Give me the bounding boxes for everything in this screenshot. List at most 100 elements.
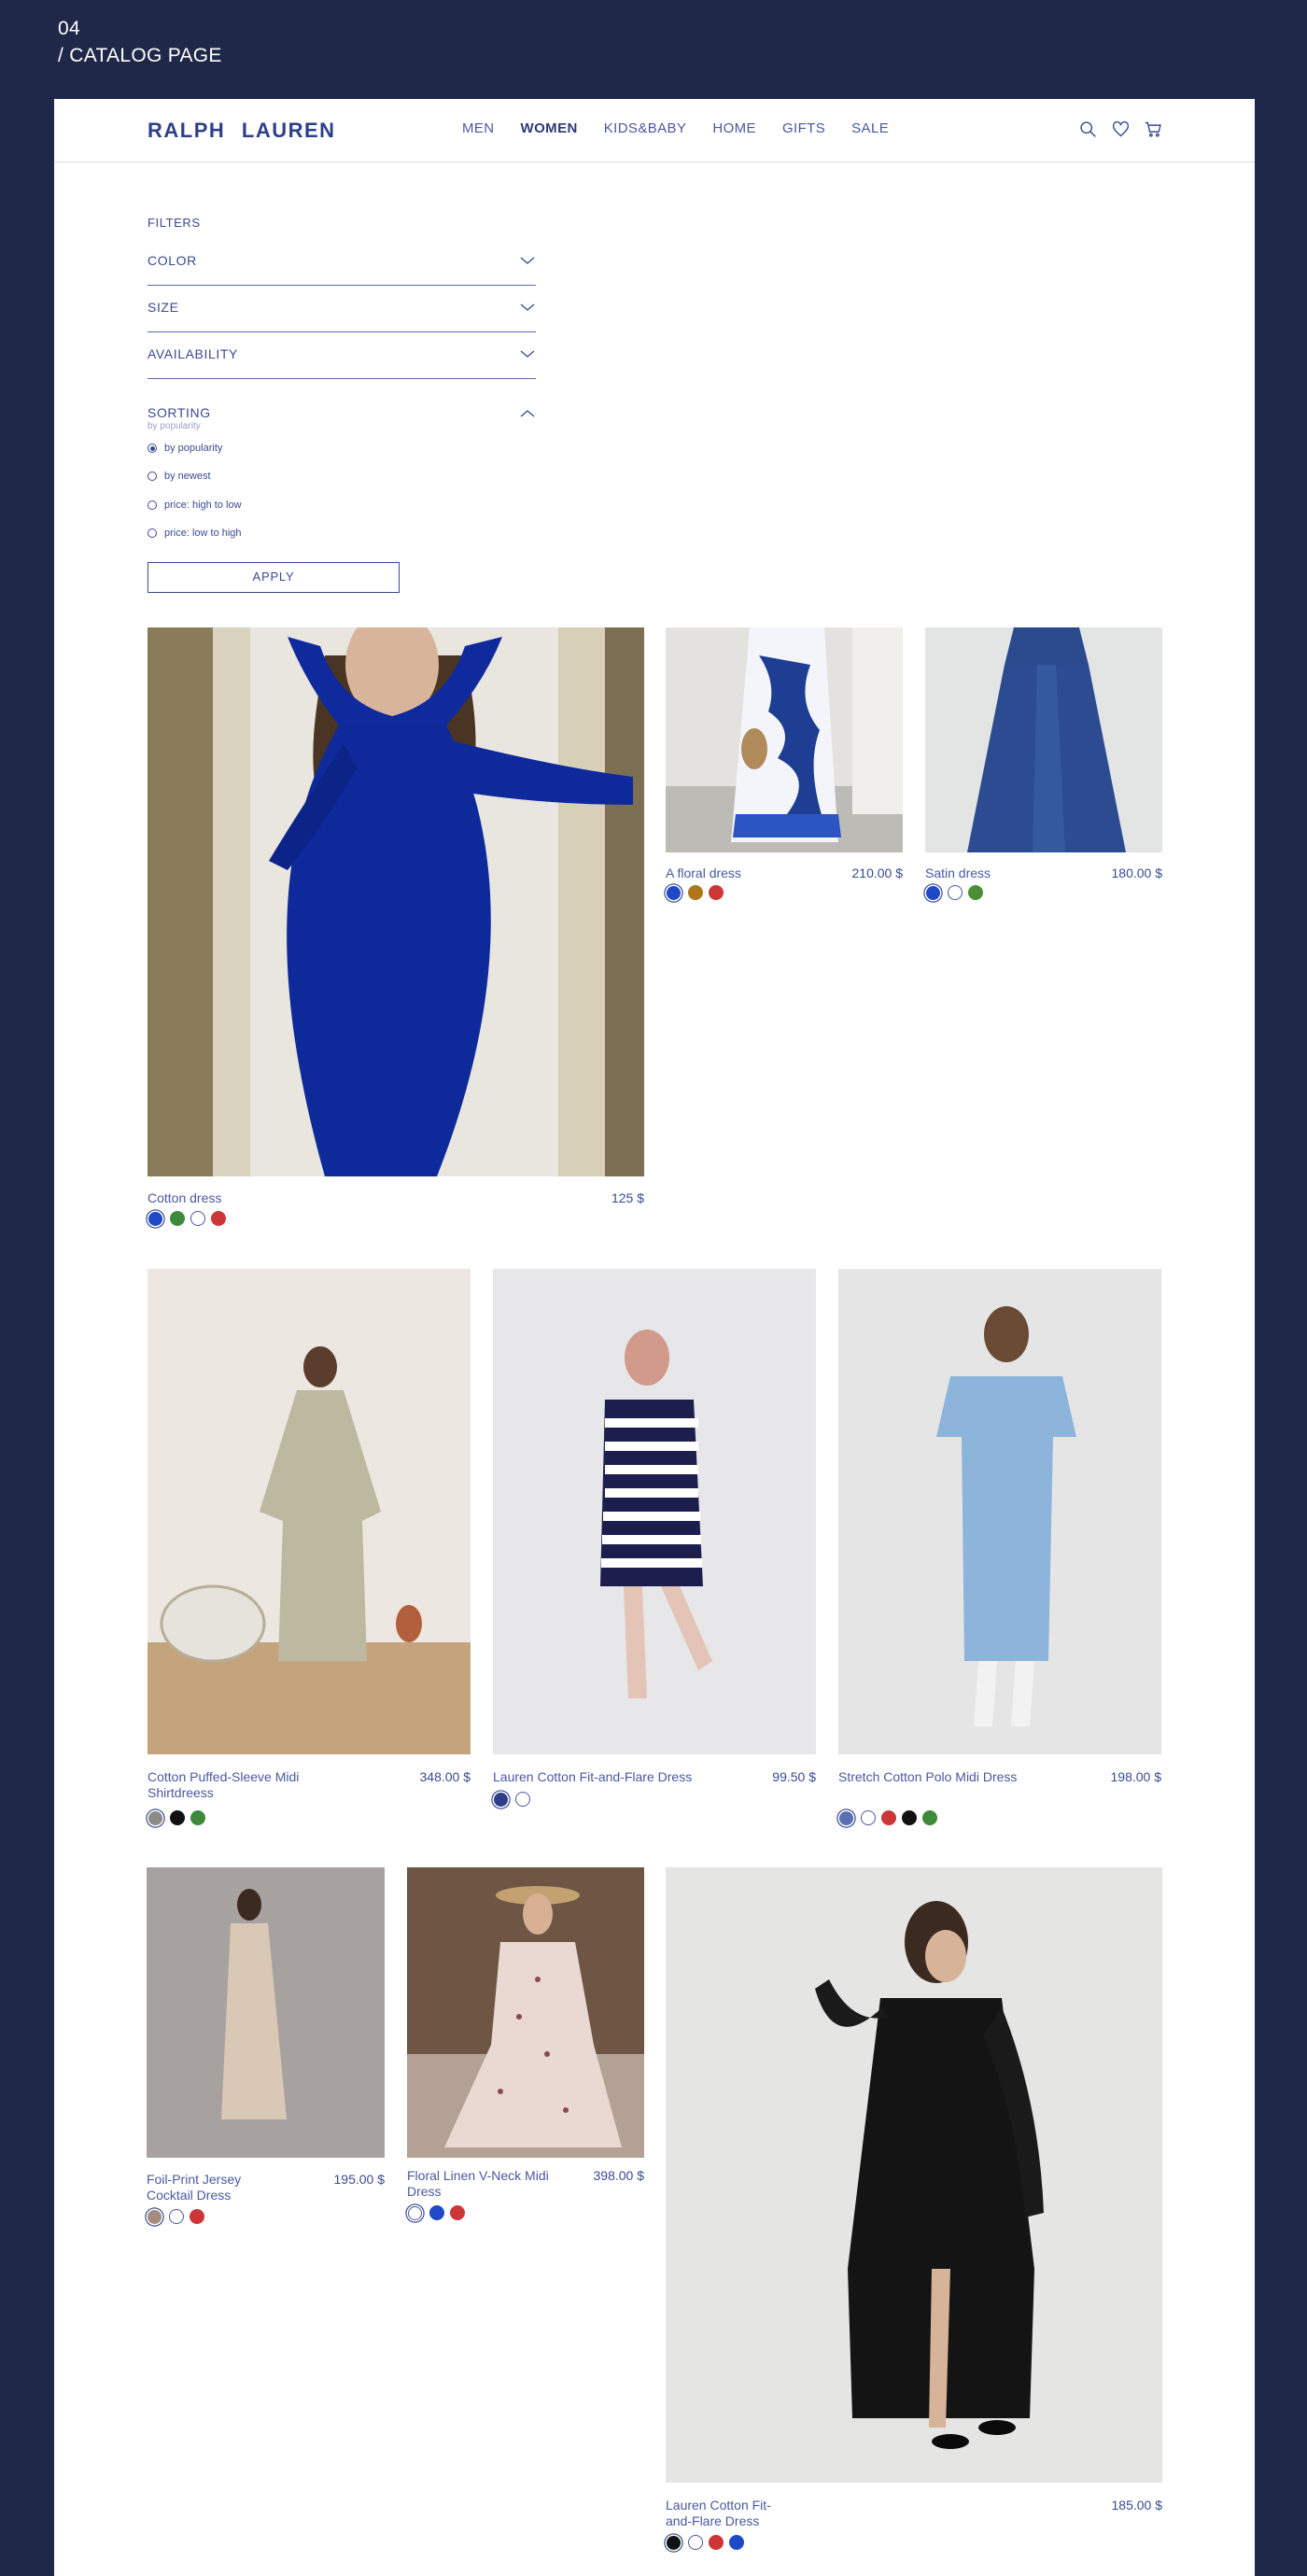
product-price: 348.00 $ (419, 1769, 471, 1784)
product-card[interactable]: Cotton dress 125 $ (148, 627, 644, 1239)
product-image[interactable] (666, 1867, 1162, 2483)
product-image[interactable] (148, 627, 644, 1176)
color-swatch[interactable] (515, 1792, 530, 1807)
nav-home[interactable]: HOME (712, 120, 756, 136)
nav-men[interactable]: MEN (462, 120, 495, 136)
color-swatch[interactable] (902, 1810, 917, 1825)
radio[interactable] (148, 528, 157, 538)
filter-sorting[interactable]: SORTING by popularity (148, 400, 536, 437)
product-card[interactable]: Cotton Puffed-Sleeve Midi Shirtdreess 34… (148, 1269, 471, 1829)
color-swatch[interactable] (667, 2535, 681, 2550)
nav-women[interactable]: WOMEN (521, 120, 578, 136)
color-swatch[interactable] (709, 885, 724, 900)
color-swatches (493, 1792, 530, 1807)
nav-sale[interactable]: SALE (851, 120, 889, 136)
filter-size-label: SIZE (148, 300, 179, 315)
product-card[interactable]: Stretch Cotton Polo Midi Dress 198.00 $ (838, 1269, 1161, 1829)
search-icon[interactable] (1078, 120, 1098, 139)
product-image[interactable] (148, 1269, 471, 1754)
header-actions (1078, 120, 1163, 139)
product-image[interactable] (925, 627, 1162, 852)
sort-option-price-low-high[interactable]: price: low to high (148, 528, 242, 539)
sort-option-price-high-low[interactable]: price: high to low (148, 500, 242, 511)
product-card[interactable]: Lauren Cotton Fit-and-Flare Dress 185.00… (666, 1867, 1162, 2558)
filter-size[interactable]: SIZE (148, 286, 536, 332)
product-card[interactable]: A floral dress 210.00 $ (666, 627, 903, 908)
product-name[interactable]: Lauren Cotton Fit-and-Flare Dress (666, 2498, 796, 2529)
color-swatch[interactable] (170, 1810, 185, 1825)
chevron-up-icon (520, 410, 535, 417)
product-image[interactable] (493, 1269, 816, 1754)
color-swatch[interactable] (922, 1810, 937, 1825)
color-swatches (666, 2535, 744, 2550)
product-name[interactable]: Lauren Cotton Fit-and-Flare Dress (493, 1769, 692, 1785)
color-swatch[interactable] (190, 1211, 205, 1226)
sort-option-newest[interactable]: by newest (148, 471, 211, 482)
heart-icon[interactable] (1111, 120, 1131, 139)
color-swatch[interactable] (729, 2535, 744, 2550)
product-image[interactable] (838, 1269, 1161, 1754)
product-image[interactable] (407, 1867, 644, 2158)
color-swatch[interactable] (968, 885, 983, 900)
apply-button[interactable]: APPLY (148, 562, 400, 593)
color-swatch[interactable] (948, 885, 963, 900)
color-swatch[interactable] (169, 2209, 184, 2224)
color-swatch[interactable] (148, 1211, 162, 1226)
product-price: 398.00 $ (593, 2168, 645, 2183)
color-swatches (666, 885, 724, 900)
color-swatches (838, 1810, 937, 1825)
product-name[interactable]: Foil-Print Jersey Cocktail Dress (147, 2172, 277, 2203)
filter-color[interactable]: COLOR (148, 239, 536, 286)
color-swatch[interactable] (408, 2205, 422, 2220)
product-name[interactable]: Cotton dress (148, 1190, 221, 1206)
color-swatch[interactable] (450, 2205, 465, 2220)
color-swatch[interactable] (148, 2209, 162, 2224)
color-swatch[interactable] (667, 885, 681, 900)
color-swatch[interactable] (190, 1810, 205, 1825)
color-swatch[interactable] (688, 885, 703, 900)
color-swatch[interactable] (148, 1810, 162, 1825)
product-card[interactable]: Foil-Print Jersey Cocktail Dress 195.00 … (147, 1867, 385, 2231)
filter-availability[interactable]: AVAILABILITY (148, 332, 536, 379)
slide-label: 04 / CATALOG PAGE (58, 15, 222, 69)
product-name[interactable]: Floral Linen V-Neck Midi Dress (407, 2168, 570, 2200)
color-swatches (925, 885, 983, 900)
main-nav: MEN WOMEN KIDS&BABY HOME GIFTS SALE (462, 120, 915, 136)
product-image[interactable] (147, 1867, 385, 2158)
sorting-label: SORTING (148, 405, 211, 420)
product-price: 185.00 $ (1111, 2498, 1163, 2513)
product-card[interactable]: Lauren Cotton Fit-and-Flare Dress 99.50 … (493, 1269, 816, 1829)
color-swatches (148, 1810, 205, 1825)
chevron-down-icon (520, 257, 535, 264)
radio-checked[interactable] (148, 443, 157, 453)
color-swatch[interactable] (926, 885, 940, 900)
color-swatch[interactable] (494, 1792, 508, 1807)
color-swatch[interactable] (170, 1211, 185, 1226)
product-name[interactable]: Cotton Puffed-Sleeve Midi Shirtdreess (148, 1769, 334, 1801)
cart-icon[interactable] (1144, 120, 1163, 139)
filter-availability-label: AVAILABILITY (148, 346, 238, 361)
nav-kids-baby[interactable]: KIDS&BABY (604, 120, 687, 136)
radio[interactable] (148, 500, 157, 510)
color-swatch[interactable] (688, 2535, 703, 2550)
color-swatch[interactable] (709, 2535, 724, 2550)
color-swatch[interactable] (429, 2205, 444, 2220)
color-swatch[interactable] (861, 1810, 876, 1825)
product-card[interactable]: Floral Linen V-Neck Midi Dress 398.00 $ (407, 1867, 644, 2231)
product-price: 210.00 $ (851, 866, 904, 880)
product-name[interactable]: A floral dress (666, 866, 741, 881)
product-image[interactable] (666, 627, 903, 852)
product-name[interactable]: Satin dress (925, 866, 991, 881)
nav-gifts[interactable]: GIFTS (782, 120, 825, 136)
color-swatch[interactable] (211, 1211, 226, 1226)
color-swatch[interactable] (190, 2209, 204, 2224)
brand-logo[interactable]: RALPH LAUREN (148, 119, 336, 143)
color-swatch[interactable] (881, 1810, 896, 1825)
chevron-down-icon (520, 303, 535, 311)
product-name[interactable]: Stretch Cotton Polo Midi Dress (838, 1769, 1025, 1785)
radio[interactable] (148, 472, 157, 481)
color-swatch[interactable] (839, 1810, 853, 1825)
color-swatches (147, 2209, 204, 2224)
sort-option-popularity[interactable]: by popularity (148, 443, 222, 454)
product-card[interactable]: Satin dress 180.00 $ (925, 627, 1162, 908)
